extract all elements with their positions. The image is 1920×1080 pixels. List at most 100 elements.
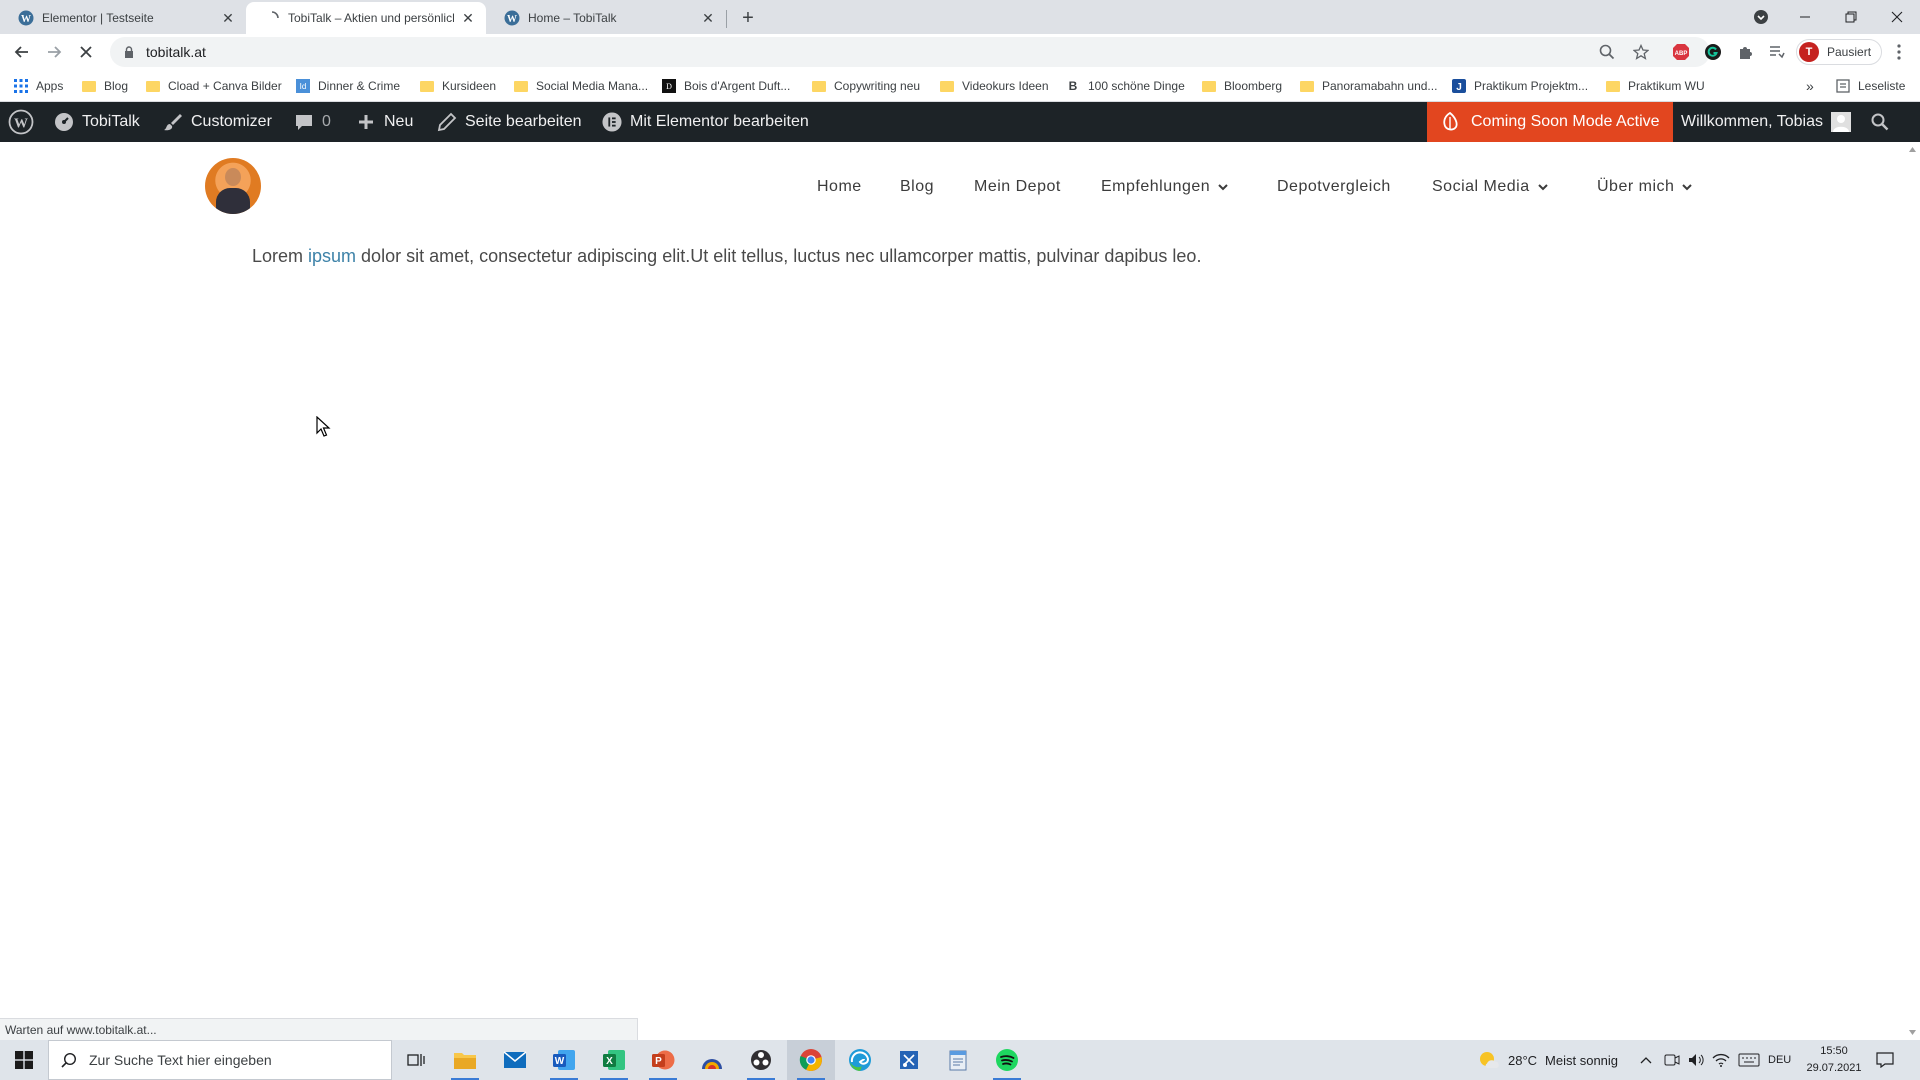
task-view-icon[interactable] [392, 1040, 440, 1080]
nav-social-media[interactable]: Social Media [1432, 170, 1548, 204]
bookmark-kursideen[interactable]: Kursideen [420, 76, 496, 96]
wp-account-menu[interactable]: Willkommen, Tobias [1681, 102, 1851, 142]
bookmark-blog[interactable]: Blog [82, 76, 128, 96]
wp-customizer[interactable]: Customizer [163, 102, 272, 142]
grammarly-icon[interactable] [1702, 41, 1724, 63]
mouse-cursor-icon [316, 415, 332, 438]
b-icon: B [1068, 79, 1078, 93]
tab-home-tobitalk[interactable]: W Home – TobiTalk ✕ [486, 2, 726, 34]
bookmark-apps[interactable]: Apps [14, 76, 63, 96]
language-indicator[interactable]: DEU [1768, 1040, 1791, 1080]
coming-soon-label: Coming Soon Mode Active [1471, 113, 1660, 130]
svg-text:P: P [655, 1056, 662, 1067]
page-scrollbar[interactable] [1905, 142, 1920, 1040]
wp-new[interactable]: Neu [356, 102, 413, 142]
bookmark-videokurs[interactable]: Videokurs Ideen [940, 76, 1049, 96]
nav-empfehlungen[interactable]: Empfehlungen [1101, 170, 1228, 204]
reading-list-button[interactable]: Leseliste [1836, 76, 1905, 96]
wifi-icon[interactable] [1712, 1040, 1730, 1080]
nav-depotvergleich[interactable]: Depotvergleich [1277, 170, 1391, 204]
bookmark-label: Copywriting neu [834, 79, 921, 93]
bookmark-label: Blog [104, 79, 129, 93]
weather-widget[interactable]: 28°C Meist sonnig [1478, 1040, 1618, 1080]
tab-search-icon[interactable] [1738, 0, 1784, 34]
bookmark-copywriting[interactable]: Copywriting neu [812, 76, 920, 96]
address-bar[interactable]: tobitalk.at [110, 37, 1710, 67]
new-tab-button[interactable]: + [736, 6, 760, 30]
wp-search-button[interactable] [1870, 102, 1898, 142]
bookmark-cload-canva[interactable]: Cload + Canva Bilder [146, 76, 282, 96]
nav-home[interactable]: Home [817, 170, 862, 204]
wp-elementor-edit[interactable]: Mit Elementor bearbeiten [602, 102, 809, 142]
close-tab-icon[interactable]: ✕ [220, 10, 236, 26]
bookmark-bloomberg[interactable]: Bloomberg [1202, 76, 1282, 96]
keyboard-icon[interactable] [1738, 1040, 1760, 1080]
close-tab-icon[interactable]: ✕ [700, 10, 716, 26]
chevron-down-icon [1218, 182, 1228, 192]
notifications-icon[interactable] [1876, 1040, 1894, 1080]
close-window-icon[interactable] [1874, 0, 1920, 34]
site-logo[interactable] [205, 158, 261, 214]
notepad-icon[interactable] [934, 1040, 982, 1080]
mail-icon[interactable] [491, 1040, 539, 1080]
coming-soon-badge[interactable]: Coming Soon Mode Active [1427, 102, 1673, 142]
close-tab-icon[interactable]: ✕ [460, 10, 476, 26]
nav-ueber-mich[interactable]: Über mich [1597, 170, 1693, 204]
profile-button[interactable]: T Pausiert [1796, 39, 1883, 65]
bookmark-dinner-crime[interactable]: Id Dinner & Crime [296, 76, 400, 96]
bookmark-100-dinge[interactable]: B 100 schöne Dinge [1066, 76, 1185, 96]
body-text: Lorem ipsum dolor sit amet, consectetur … [252, 246, 1201, 267]
tab-elementor-testseite[interactable]: W Elementor | Testseite ✕ [0, 2, 246, 34]
extensions-puzzle-icon[interactable] [1734, 41, 1756, 63]
menu-dots-icon[interactable] [1888, 41, 1910, 63]
chevron-up-icon [1640, 1056, 1652, 1064]
excel-icon[interactable]: X [590, 1040, 638, 1080]
tab-tobitalk-active[interactable]: TobiTalk – Aktien und persönlich ✕ [246, 2, 486, 34]
user-avatar-icon [1830, 112, 1851, 132]
wp-site-name[interactable]: TobiTalk [54, 102, 140, 142]
abp-icon[interactable]: ABP [1670, 41, 1692, 63]
restore-icon[interactable] [1828, 0, 1874, 34]
chrome-icon[interactable] [787, 1040, 835, 1080]
bookmark-praktikum-projekt[interactable]: J Praktikum Projektm... [1452, 76, 1588, 96]
zoom-icon[interactable] [1596, 41, 1618, 63]
url-text: tobitalk.at [146, 44, 206, 60]
bookmark-star-icon[interactable] [1630, 41, 1652, 63]
volume-icon[interactable] [1688, 1040, 1706, 1080]
spotify-icon[interactable] [983, 1040, 1031, 1080]
wp-edit-page[interactable]: Seite bearbeiten [437, 102, 582, 142]
taskbar-search-input[interactable]: Zur Suche Text hier eingeben [48, 1040, 392, 1080]
windows-taskbar: Zur Suche Text hier eingeben W X P 28°C … [0, 1040, 1920, 1080]
clock[interactable]: 15:50 29.07.2021 [1800, 1043, 1868, 1077]
meet-now-icon[interactable] [1664, 1040, 1680, 1080]
minimize-icon[interactable] [1782, 0, 1828, 34]
tab-title: Home – TobiTalk [528, 11, 617, 25]
nav-mein-depot[interactable]: Mein Depot [974, 170, 1061, 204]
obs-icon[interactable] [737, 1040, 785, 1080]
back-button[interactable] [8, 38, 36, 66]
file-explorer-icon[interactable] [441, 1040, 489, 1080]
stop-loading-button[interactable] [72, 38, 100, 66]
nav-blog[interactable]: Blog [900, 170, 934, 204]
show-hidden-icons-button[interactable] [1640, 1040, 1652, 1080]
snipping-tool-icon[interactable] [885, 1040, 933, 1080]
bookmark-social-media[interactable]: Social Media Mana... [514, 76, 648, 96]
bookmark-bois-dargent[interactable]: D Bois d'Argent Duft... [662, 76, 790, 96]
edge-icon[interactable] [836, 1040, 884, 1080]
nav-label: Empfehlungen [1101, 178, 1211, 195]
bookmark-praktikum-wu[interactable]: Praktikum WU [1606, 76, 1705, 96]
powerpoint-icon[interactable]: P [639, 1040, 687, 1080]
nav-label: Depotvergleich [1277, 178, 1391, 195]
start-button[interactable] [0, 1040, 48, 1080]
wp-comments[interactable]: 0 [294, 102, 331, 142]
bookmark-label: Dinner & Crime [318, 79, 401, 93]
wp-logo-button[interactable]: W [8, 102, 42, 142]
bookmark-panoramabahn[interactable]: Panoramabahn und... [1300, 76, 1437, 96]
search-icon [61, 1052, 77, 1068]
wordpress-icon: W [18, 10, 34, 26]
bookmarks-overflow-button[interactable]: » [1806, 76, 1814, 96]
app-icon-colorful[interactable] [688, 1040, 736, 1080]
word-icon[interactable]: W [540, 1040, 588, 1080]
forward-button[interactable] [40, 38, 68, 66]
reading-list-icon[interactable] [1766, 41, 1788, 63]
